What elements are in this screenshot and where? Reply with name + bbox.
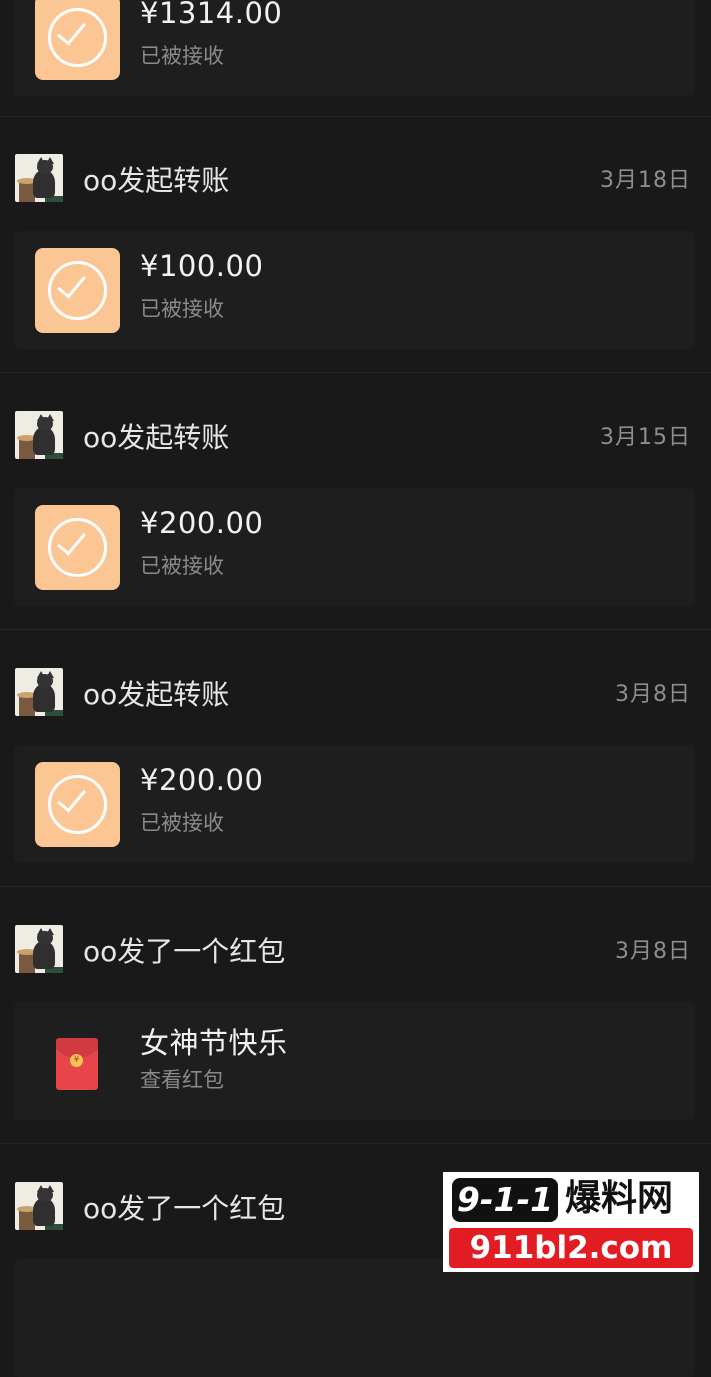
transfer-card[interactable]: ¥200.00 已被接收 xyxy=(14,745,695,863)
red-packet-greeting: 女神节快乐 xyxy=(140,1026,288,1060)
cat-avatar[interactable] xyxy=(15,411,63,459)
divider xyxy=(0,886,711,887)
watermark: 9-1-1 爆料网 911bl2.com xyxy=(443,1172,699,1272)
cat-avatar[interactable] xyxy=(15,154,63,202)
sender-label: oo发起转账 xyxy=(83,678,230,711)
message-date: 3月18日 xyxy=(600,168,691,193)
transfer-amount: ¥200.00 xyxy=(140,506,264,540)
transaction-feed: ¥1314.00 已被接收 oo发起转账 3月18日 ¥100.00 已被接收 … xyxy=(0,0,711,1377)
transfer-amount: ¥100.00 xyxy=(140,249,264,283)
cat-avatar[interactable] xyxy=(15,668,63,716)
watermark-url: 911bl2.com xyxy=(449,1228,693,1268)
red-packet-card[interactable] xyxy=(14,1259,695,1377)
transfer-status: 已被接收 xyxy=(140,811,224,835)
transfer-amount: ¥200.00 xyxy=(140,763,264,797)
cat-avatar[interactable] xyxy=(15,1182,63,1230)
check-circle-icon xyxy=(35,762,120,847)
sender-label: oo发了一个红包 xyxy=(83,1192,286,1225)
view-red-packet-link[interactable]: 查看红包 xyxy=(140,1064,224,1094)
watermark-logo: 9-1-1 xyxy=(452,1178,558,1222)
divider xyxy=(0,1143,711,1144)
transfer-card[interactable]: ¥200.00 已被接收 xyxy=(14,488,695,606)
sender-label: oo发了一个红包 xyxy=(83,935,286,968)
cat-avatar[interactable] xyxy=(15,925,63,973)
message-date: 3月8日 xyxy=(615,682,691,707)
watermark-text: 爆料网 xyxy=(565,1178,674,1219)
sender-label: oo发起转账 xyxy=(83,164,230,197)
divider xyxy=(0,629,711,630)
transfer-status: 已被接收 xyxy=(140,44,224,68)
message-header: oo发了一个红包 3月8日 xyxy=(0,922,711,978)
message-header: oo发起转账 3月15日 xyxy=(0,408,711,464)
sender-label: oo发起转账 xyxy=(83,421,230,454)
transfer-card[interactable]: ¥100.00 已被接收 xyxy=(14,231,695,349)
divider xyxy=(0,116,711,117)
message-date: 3月8日 xyxy=(615,939,691,964)
check-circle-icon xyxy=(35,505,120,590)
divider xyxy=(0,372,711,373)
transfer-status: 已被接收 xyxy=(140,297,224,321)
red-packet-card[interactable]: ¥ 女神节快乐 查看红包 xyxy=(14,1002,695,1120)
message-header: oo发起转账 3月18日 xyxy=(0,151,711,207)
transfer-status: 已被接收 xyxy=(140,554,224,578)
check-circle-icon xyxy=(35,0,120,80)
message-header: oo发起转账 3月8日 xyxy=(0,665,711,721)
transfer-card[interactable]: ¥1314.00 已被接收 xyxy=(14,0,695,96)
transfer-amount: ¥1314.00 xyxy=(140,0,283,30)
message-date: 3月15日 xyxy=(600,425,691,450)
check-circle-icon xyxy=(35,248,120,333)
red-envelope-icon: ¥ xyxy=(56,1038,98,1090)
